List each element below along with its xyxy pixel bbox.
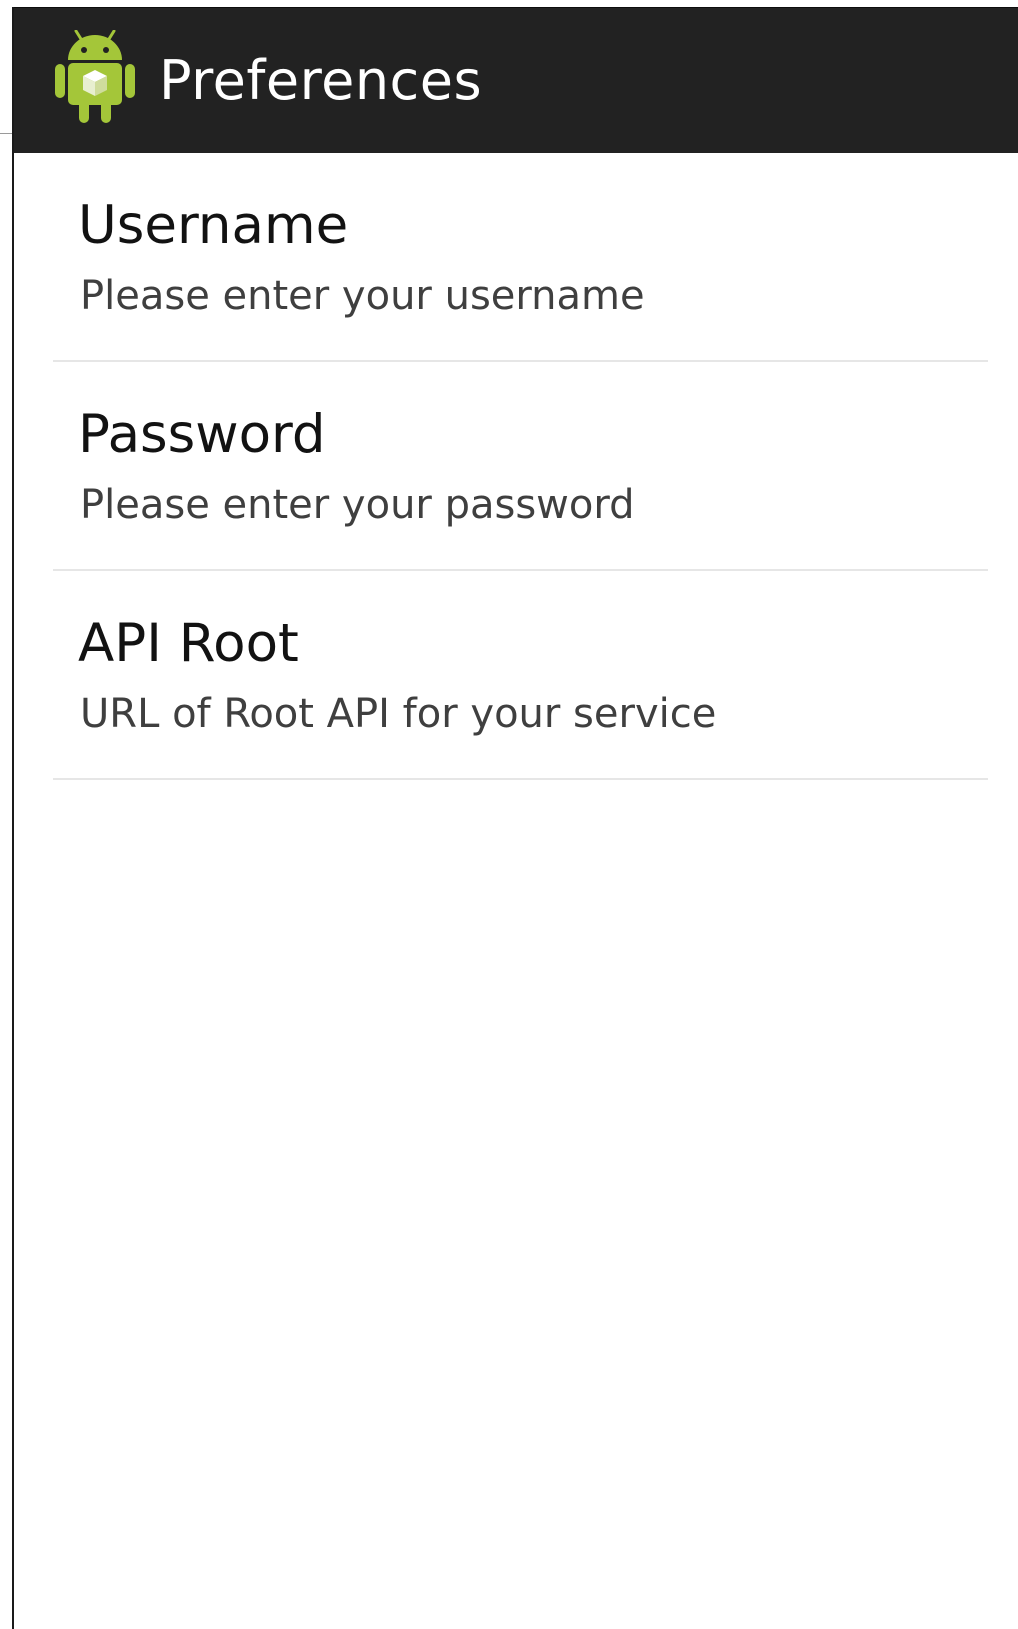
preference-summary: Please enter your username [80,273,645,319]
android-robot-icon[interactable] [54,30,136,124]
preference-api-root[interactable]: API Root URL of Root API for your servic… [14,571,1018,780]
action-bar: Preferences [14,7,1018,153]
preference-username[interactable]: Username Please enter your username [14,153,1018,362]
preference-title: API Root [78,613,299,674]
list-divider [53,778,988,780]
preference-list: Username Please enter your username Pass… [14,153,1018,780]
outer-divider [0,133,12,134]
preference-title: Password [78,404,326,465]
preference-title: Username [78,195,349,256]
preference-password[interactable]: Password Please enter your password [14,362,1018,571]
preference-summary: URL of Root API for your service [80,691,717,737]
preference-summary: Please enter your password [80,482,635,528]
preferences-screen: Preferences Username Please enter your u… [12,7,1018,1629]
top-strip [0,0,1018,7]
page-title: Preferences [159,49,483,112]
